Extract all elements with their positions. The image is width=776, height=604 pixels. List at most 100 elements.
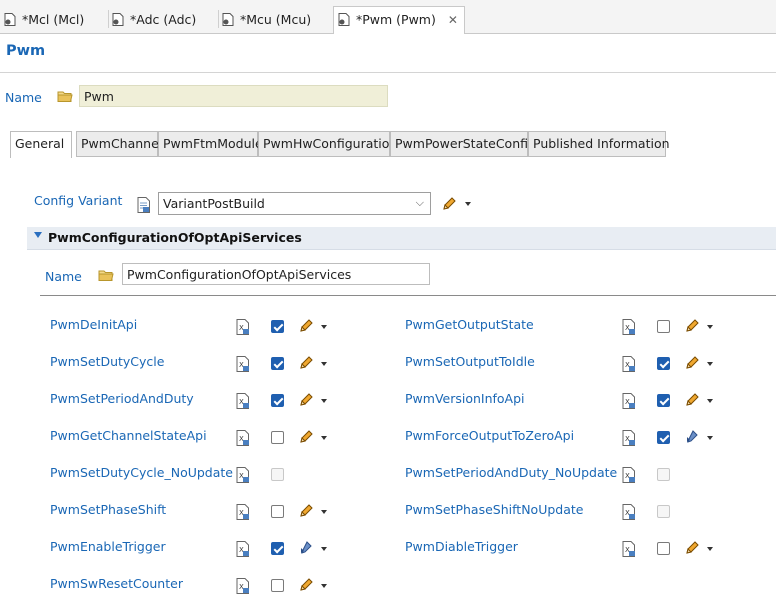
param-label[interactable]: PwmSetDutyCycle <box>50 354 164 369</box>
param-checkbox[interactable] <box>271 505 284 518</box>
xml-file-icon: X <box>236 319 249 335</box>
name-field[interactable]: Pwm <box>79 85 388 107</box>
collapse-triangle-icon[interactable] <box>34 232 42 238</box>
chevron-down-icon[interactable] <box>707 436 713 440</box>
param-checkbox[interactable] <box>657 357 670 370</box>
param-checkbox[interactable] <box>657 542 670 555</box>
chevron-down-icon[interactable] <box>707 547 713 551</box>
param-label[interactable]: PwmForceOutputToZeroApi <box>405 428 574 443</box>
tab-published-information[interactable]: Published Information <box>528 131 670 157</box>
param-checkbox[interactable] <box>657 394 670 407</box>
chevron-down-icon[interactable] <box>321 584 327 588</box>
param-label[interactable]: PwmSwResetCounter <box>50 576 183 591</box>
section-name-label[interactable]: Name <box>45 269 82 284</box>
editor-tab-mcl[interactable]: *Mcl (Mcl) <box>0 7 90 33</box>
chevron-down-icon[interactable] <box>321 510 327 514</box>
pencil-icon[interactable] <box>684 355 700 371</box>
section-header[interactable]: PwmConfigurationOfOptApiServices <box>27 227 776 250</box>
pencil-icon[interactable] <box>441 196 457 212</box>
param-label[interactable]: PwmSetPeriodAndDuty <box>50 391 194 406</box>
pencil-icon[interactable] <box>298 355 314 371</box>
editor-tab-label: *Mcu (Mcu) <box>240 12 312 27</box>
param-label[interactable]: PwmVersionInfoApi <box>405 391 525 406</box>
xml-file-icon: X <box>622 430 635 446</box>
param-label[interactable]: PwmGetChannelStateApi <box>50 428 207 443</box>
pencil-icon[interactable] <box>684 540 700 556</box>
tab-pwm-channel[interactable]: PwmChannel <box>76 131 162 157</box>
chevron-down-icon[interactable] <box>321 362 327 366</box>
xml-file-icon: X <box>622 393 635 409</box>
param-label[interactable]: PwmSetDutyCycle_NoUpdate <box>50 465 233 480</box>
param-checkbox[interactable] <box>271 542 284 555</box>
param-checkbox[interactable] <box>271 320 284 333</box>
xml-file-icon: X <box>236 430 249 446</box>
pencil-icon[interactable] <box>298 318 314 334</box>
chevron-down-icon[interactable] <box>321 399 327 403</box>
calculated-icon[interactable] <box>298 540 314 556</box>
chevron-down-icon[interactable] <box>321 436 327 440</box>
xml-file-icon: X <box>622 541 635 557</box>
variant-file-icon <box>137 197 150 213</box>
folder-icon <box>57 91 73 102</box>
tab-pwm-power-state-config[interactable]: PwmPowerStateConfig <box>390 131 536 157</box>
xml-file-icon: X <box>622 319 635 335</box>
chevron-down-icon[interactable] <box>321 547 327 551</box>
param-checkbox[interactable] <box>271 394 284 407</box>
chevron-down-icon[interactable] <box>707 362 713 366</box>
tab-general[interactable]: General <box>10 131 72 158</box>
section-name-field[interactable]: PwmConfigurationOfOptApiServices <box>122 263 430 285</box>
param-label[interactable]: PwmSetPhaseShiftNoUpdate <box>405 502 583 517</box>
editor-tab-mcu[interactable]: *Mcu (Mcu) <box>218 7 317 33</box>
chevron-down-icon[interactable] <box>707 325 713 329</box>
config-file-icon <box>112 13 124 26</box>
pencil-icon[interactable] <box>684 318 700 334</box>
pencil-icon[interactable] <box>298 429 314 445</box>
param-checkbox[interactable] <box>271 357 284 370</box>
pencil-icon[interactable] <box>298 577 314 593</box>
name-label[interactable]: Name <box>5 90 42 105</box>
xml-file-icon: X <box>236 467 249 483</box>
chevron-down-icon[interactable] <box>465 202 471 206</box>
pencil-icon[interactable] <box>298 503 314 519</box>
editor-tab-label: *Pwm (Pwm) <box>356 12 436 27</box>
xml-file-icon: X <box>622 467 635 483</box>
xml-file-icon: X <box>622 356 635 372</box>
param-checkbox[interactable] <box>271 579 284 592</box>
close-icon[interactable]: ✕ <box>448 13 458 27</box>
folder-icon <box>98 270 114 281</box>
header-divider <box>0 72 776 73</box>
xml-file-icon: X <box>236 541 249 557</box>
chevron-down-icon: ⌵ <box>415 196 424 209</box>
editor-tab-bar: *Mcl (Mcl) *Adc (Adc) *Mcu (Mcu) *Pwm (P… <box>0 0 776 34</box>
param-label[interactable]: PwmDiableTrigger <box>405 539 518 554</box>
editor-tab-label: *Adc (Adc) <box>130 12 197 27</box>
config-variant-select[interactable]: VariantPostBuild ⌵ <box>158 192 431 215</box>
xml-file-icon: X <box>622 504 635 520</box>
param-checkbox[interactable] <box>657 320 670 333</box>
calculated-icon[interactable] <box>684 429 700 445</box>
param-checkbox[interactable] <box>271 431 284 444</box>
xml-file-icon: X <box>236 356 249 372</box>
xml-file-icon: X <box>236 504 249 520</box>
editor-tab-adc[interactable]: *Adc (Adc) <box>108 7 202 33</box>
param-label[interactable]: PwmSetPeriodAndDuty_NoUpdate <box>405 465 617 480</box>
xml-file-icon: X <box>236 578 249 594</box>
param-label[interactable]: PwmGetOutputState <box>405 317 534 332</box>
param-label[interactable]: PwmSetPhaseShift <box>50 502 166 517</box>
page-title: Pwm <box>6 43 46 59</box>
chevron-down-icon[interactable] <box>321 325 327 329</box>
pencil-icon[interactable] <box>684 392 700 408</box>
param-label[interactable]: PwmEnableTrigger <box>50 539 166 554</box>
chevron-down-icon[interactable] <box>707 399 713 403</box>
tab-pwm-hw-configuration[interactable]: PwmHwConfiguration <box>258 131 397 157</box>
editor-tab-pwm[interactable]: *Pwm (Pwm) ✕ <box>333 6 465 34</box>
param-checkbox[interactable] <box>657 431 670 444</box>
tab-pwm-ftm-module[interactable]: PwmFtmModule <box>158 131 263 157</box>
config-variant-value: VariantPostBuild <box>163 196 265 211</box>
pencil-icon[interactable] <box>298 392 314 408</box>
param-checkbox <box>657 505 670 518</box>
config-variant-label[interactable]: Config Variant <box>34 193 122 208</box>
param-label[interactable]: PwmDeInitApi <box>50 317 137 332</box>
param-label[interactable]: PwmSetOutputToIdle <box>405 354 535 369</box>
config-file-icon <box>4 13 16 26</box>
